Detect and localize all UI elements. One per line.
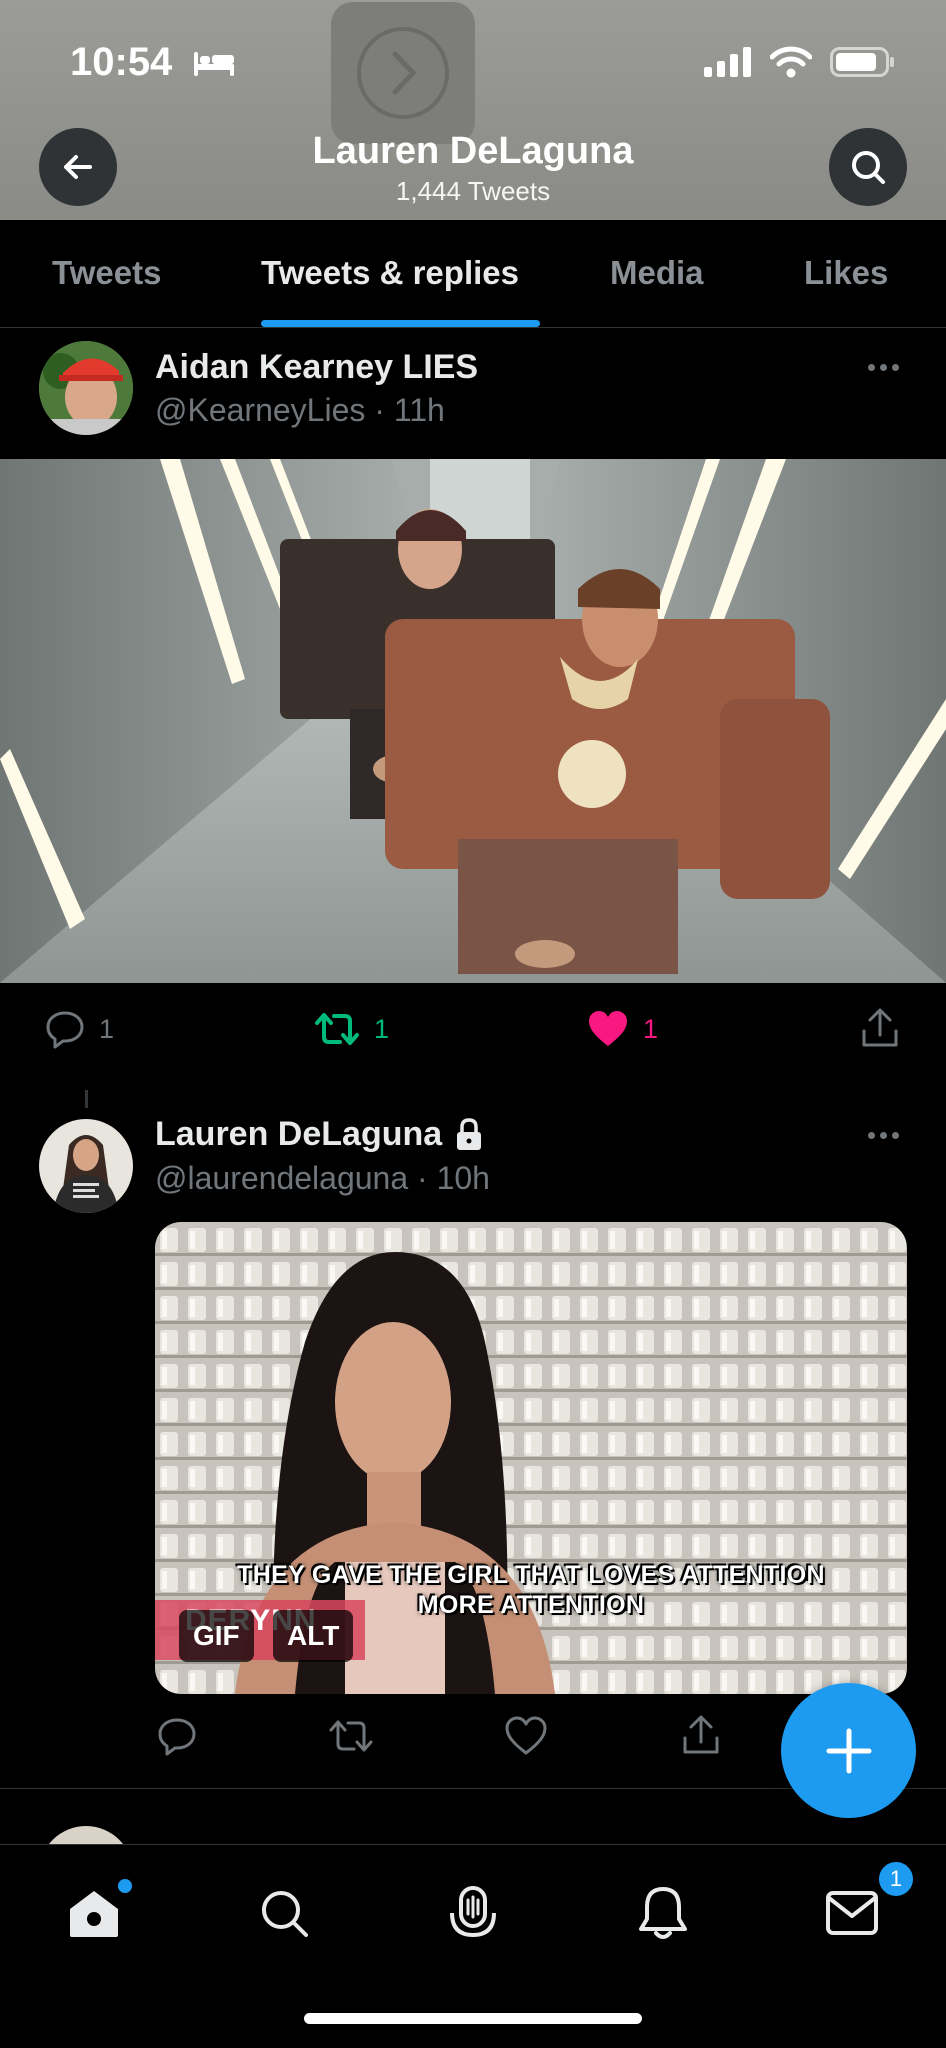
cellular-signal-icon (704, 47, 751, 77)
reply-icon (158, 1718, 196, 1756)
more-options-icon[interactable] (868, 364, 899, 371)
wifi-icon (770, 46, 812, 78)
retweet-button[interactable]: 1 (314, 1009, 389, 1049)
compose-tweet-button[interactable] (781, 1683, 916, 1818)
lock-icon (457, 1117, 482, 1150)
more-options-icon[interactable] (868, 1132, 899, 1139)
alt-badge[interactable]: ALT (273, 1610, 354, 1662)
tab-media[interactable]: Media (610, 254, 704, 292)
messages-icon (826, 1891, 878, 1935)
search-icon (852, 151, 885, 184)
gif-badge[interactable]: GIF (179, 1610, 254, 1662)
heart-filled-icon (589, 1011, 627, 1046)
profile-header: 10:54 Lauren DeLaguna 1,444 Tweets (0, 0, 946, 220)
home-indicator (304, 2013, 642, 2024)
active-tab-indicator (261, 320, 540, 327)
retweet-button[interactable] (328, 1716, 374, 1756)
chevron-right-icon (357, 27, 449, 119)
search-button[interactable] (829, 128, 907, 206)
nav-search[interactable] (252, 1881, 316, 1945)
share-button[interactable] (681, 1714, 721, 1756)
heart-icon (505, 1716, 547, 1755)
nav-messages[interactable]: 1 (820, 1859, 916, 1945)
like-count: 1 (643, 1013, 659, 1044)
avatar[interactable] (39, 1119, 133, 1213)
nav-spaces[interactable] (441, 1881, 505, 1945)
reply-button[interactable] (157, 1716, 197, 1756)
search-icon (262, 1891, 308, 1937)
tweet-image[interactable] (0, 459, 946, 983)
sleep-focus-icon (194, 52, 234, 76)
retweet-icon (315, 1013, 359, 1045)
profile-tabs: Tweets Tweets & replies Media Likes (0, 220, 946, 328)
reply-button[interactable]: 1 (45, 1009, 114, 1049)
reply-count: 1 (99, 1013, 115, 1044)
profile-name: Lauren DeLaguna (312, 130, 634, 172)
tweet-gif[interactable]: DERYNN THEY GAVE THE GIRL THAT LOVES ATT… (155, 1222, 907, 1694)
like-button[interactable]: 1 (587, 1009, 658, 1049)
thread-connector (85, 1090, 88, 1108)
tweet-count: 1,444 Tweets (395, 176, 551, 206)
retweet-count: 1 (374, 1013, 390, 1044)
nav-notifications[interactable] (631, 1881, 695, 1945)
tweet-author-name[interactable]: Lauren DeLaguna (155, 1115, 484, 1154)
like-button[interactable] (505, 1716, 547, 1756)
tweet-author-name[interactable]: Aidan Kearney LIES (155, 348, 478, 387)
avatar[interactable] (39, 341, 133, 435)
share-icon (862, 1008, 898, 1047)
tweet-author-name-text: Lauren DeLaguna (155, 1115, 443, 1153)
nav-home[interactable] (62, 1879, 132, 1945)
home-unread-dot (118, 1879, 132, 1893)
tweet-author-handle: @KearneyLies · 11h (155, 392, 445, 428)
retweet-icon (329, 1720, 373, 1752)
picture-in-picture-button[interactable] (331, 2, 475, 144)
share-button[interactable] (860, 1007, 900, 1049)
tab-likes[interactable]: Likes (804, 254, 888, 292)
tab-tweets[interactable]: Tweets (52, 254, 161, 292)
status-icons (704, 46, 896, 78)
tab-tweets-and-replies[interactable]: Tweets & replies (261, 254, 519, 292)
gif-caption-line: THEY GAVE THE GIRL THAT LOVES ATTENTION (237, 1561, 825, 1589)
tweet-author-handle: @laurendelaguna · 10h (155, 1160, 490, 1196)
battery-icon (830, 47, 894, 77)
messages-badge: 1 (876, 1859, 916, 1899)
spaces-icon (450, 1886, 496, 1938)
home-icon (70, 1891, 118, 1937)
reply-icon (46, 1011, 84, 1049)
share-icon (683, 1715, 719, 1754)
plus-icon (826, 1728, 871, 1773)
status-time: 10:54 (70, 40, 173, 84)
notifications-icon (639, 1887, 687, 1939)
